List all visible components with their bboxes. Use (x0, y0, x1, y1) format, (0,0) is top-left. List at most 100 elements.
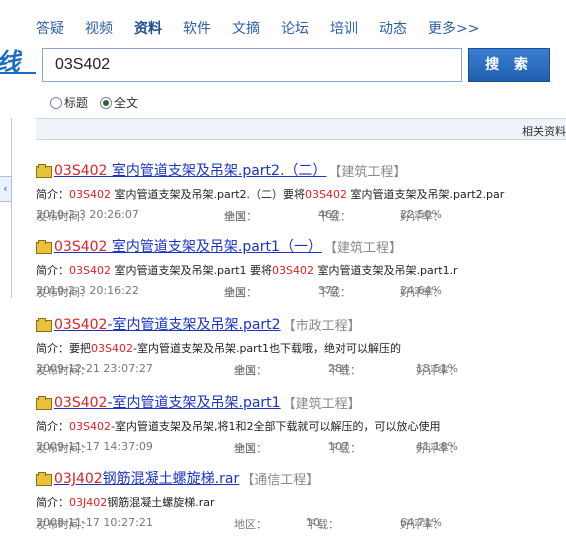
title-text: 钢筋混凝土螺旋梯.rar (102, 471, 240, 487)
region-value: 全国 (234, 364, 256, 377)
result-category[interactable]: 【通信工程】 (241, 469, 319, 488)
title-keyword: 03S402 (54, 239, 108, 255)
summary-text: -室内管道支架及吊架.part1也下载哦，绝对可以解压的 (132, 342, 402, 355)
date-value: 2008-11-17 10:27:21 (36, 516, 153, 529)
rating-value: 41.18% (416, 440, 458, 453)
date-value: 2010-2-3 20:16:22 (36, 284, 139, 297)
summary-label: 简介： (36, 188, 69, 201)
result-title-link[interactable]: 03S402 室内管道支架及吊架.part1（一） (54, 236, 322, 256)
date-value: 2010-2-3 20:26:07 (36, 208, 139, 221)
summary-text: 室内管道支架及吊架.part2.（二）要将 (110, 188, 306, 201)
site-logo[interactable]: 线 (0, 40, 36, 80)
rating-value: 64.71% (400, 516, 442, 529)
collapse-sidebar-button[interactable]: ‹ (0, 176, 12, 202)
title-text: -室内管道支架及吊架.part2 (107, 317, 281, 333)
summary-keyword: 03S402 (69, 420, 111, 433)
logo-underline (0, 72, 36, 74)
title-keyword: 03S402 (54, 317, 108, 333)
related-materials-label[interactable]: 相关资料 (522, 123, 566, 139)
result-summary: 简介：03S402 室内管道支架及吊架.part1 要将03S402 室内管道支… (36, 262, 566, 278)
result-meta: 发布时间： 2010-2-3 20:16:22 地区： 全国 下载： 372 好评率：… (36, 284, 566, 299)
summary-label: 简介： (36, 342, 69, 355)
result-title-link[interactable]: 03J402钢筋混凝土螺旋梯.rar (54, 468, 239, 488)
related-bar: 相关资料 (36, 118, 566, 140)
nav-item-software[interactable]: 软件 (183, 18, 211, 38)
nav-item-video[interactable]: 视频 (85, 18, 113, 38)
radio-title-label[interactable]: 标题 (64, 94, 88, 111)
sidebar-divider (0, 118, 12, 298)
result-summary: 简介：03S402-室内管道支架及吊架,将1和2全部下载就可以解压的，可以放心使… (36, 418, 566, 434)
downloads-value: 284 (328, 362, 349, 375)
downloads-value: 107 (328, 440, 349, 453)
summary-label: 简介： (36, 496, 69, 509)
summary-text: 室内管道支架及吊架.part2.par (347, 188, 505, 201)
result-item: 03S402 室内管道支架及吊架.part2.（二） 【建筑工程】 简介：03S… (36, 160, 566, 223)
search-button[interactable]: 搜 索 (468, 48, 550, 82)
title-text: 室内管道支架及吊架.part2.（二） (107, 163, 327, 179)
summary-keyword: 03S402 (272, 264, 315, 277)
summary-text: 室内管道支架及吊架.part1.r (314, 264, 458, 277)
chevron-left-icon: ‹ (3, 182, 8, 195)
summary-keyword: 03S402 (69, 188, 111, 201)
result-meta: 发布时间： 2008-11-17 10:27:21 地区： 下载： 10 好评率： 6… (36, 516, 566, 531)
search-input[interactable]: 03S402 (42, 48, 462, 82)
result-item: 03S402-室内管道支架及吊架.part1 【建筑工程】 简介：03S402-… (36, 392, 566, 455)
summary-keyword: 03J402 (69, 496, 108, 509)
nav-item-more[interactable]: 更多>> (428, 18, 479, 38)
radio-fulltext[interactable] (100, 96, 113, 109)
nav-item-materials[interactable]: 资料 (134, 18, 162, 38)
result-meta: 发布时间： 2010-2-3 20:26:07 地区： 全国 下载： 462 好评率：… (36, 208, 566, 223)
summary-text: 要把 (69, 342, 91, 355)
title-text: 室内管道支架及吊架.part1（一） (107, 239, 322, 255)
rating-value: 22.50% (400, 208, 442, 221)
summary-text: 钢筋混凝土螺旋梯.rar (107, 496, 215, 509)
folder-icon (36, 317, 52, 332)
date-value: 2009-11-17 14:37:09 (36, 440, 153, 453)
region-value: 全国 (224, 286, 246, 299)
downloads-value: 10 (306, 516, 320, 529)
result-item: 03J402钢筋混凝土螺旋梯.rar 【通信工程】 简介：03J402钢筋混凝土… (36, 468, 566, 531)
folder-icon (36, 471, 52, 486)
summary-keyword: 03S402 (91, 342, 133, 355)
result-category[interactable]: 【建筑工程】 (324, 237, 402, 256)
result-category[interactable]: 【建筑工程】 (328, 161, 406, 180)
title-keyword: 03S402 (54, 395, 108, 411)
result-title-link[interactable]: 03S402-室内管道支架及吊架.part2 (54, 314, 281, 334)
downloads-value: 372 (318, 284, 339, 297)
nav-item-forum[interactable]: 论坛 (281, 18, 309, 38)
title-keyword: 03J402 (54, 471, 103, 487)
result-meta: 发布时间： 2009-11-17 14:37:09 地区： 全国 下载： 107 好评… (36, 440, 566, 455)
folder-icon (36, 163, 52, 178)
summary-keyword: 03S402 (69, 264, 111, 277)
summary-keyword: 03S402 (305, 188, 348, 201)
result-title-link[interactable]: 03S402 室内管道支架及吊架.part2.（二） (54, 160, 326, 180)
nav-item-training[interactable]: 培训 (330, 18, 358, 38)
result-summary: 简介：03S402 室内管道支架及吊架.part2.（二）要将03S402 室内… (36, 186, 566, 202)
result-category[interactable]: 【建筑工程】 (283, 393, 361, 412)
title-keyword: 03S402 (54, 163, 108, 179)
summary-label: 简介： (36, 420, 69, 433)
folder-icon (36, 395, 52, 410)
region-value: 全国 (224, 210, 246, 223)
nav-item-digest[interactable]: 文摘 (232, 18, 260, 38)
result-summary: 简介：要把03S402-室内管道支架及吊架.part1也下载哦，绝对可以解压的 (36, 340, 566, 356)
category-nav: 答疑 视频 资料 软件 文摘 论坛 培训 动态 更多>> (36, 18, 500, 38)
radio-fulltext-label[interactable]: 全文 (114, 94, 138, 111)
result-item: 03S402 室内管道支架及吊架.part1（一） 【建筑工程】 简介：03S4… (36, 236, 566, 299)
result-meta: 发布时间： 2009-12-21 23:07:27 地区： 全国 下载： 284 好评… (36, 362, 566, 377)
rating-value: 24.64% (400, 284, 442, 297)
radio-title[interactable] (50, 96, 62, 109)
result-item: 03S402-室内管道支架及吊架.part2 【市政工程】 简介：要把03S40… (36, 314, 566, 377)
result-category[interactable]: 【市政工程】 (283, 315, 361, 334)
summary-label: 简介： (36, 264, 69, 277)
search-scope-options: 标题 全文 (50, 94, 150, 111)
summary-text: -室内管道支架及吊架,将1和2全部下载就可以解压的，可以放心使用 (110, 420, 441, 433)
rating-value: 13.51% (416, 362, 458, 375)
region-value: 全国 (234, 442, 256, 455)
title-text: -室内管道支架及吊架.part1 (107, 395, 281, 411)
nav-item-news[interactable]: 动态 (379, 18, 407, 38)
nav-item-qa[interactable]: 答疑 (36, 18, 64, 38)
summary-text: 室内管道支架及吊架.part1 要将 (110, 264, 273, 277)
date-value: 2009-12-21 23:07:27 (36, 362, 153, 375)
result-title-link[interactable]: 03S402-室内管道支架及吊架.part1 (54, 392, 281, 412)
